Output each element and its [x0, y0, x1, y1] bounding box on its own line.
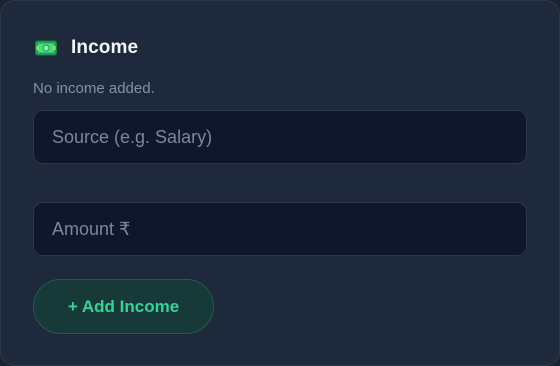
income-amount-input[interactable] — [33, 202, 527, 256]
income-card: Income No income added. + Add Income — [0, 0, 560, 366]
add-income-button[interactable]: + Add Income — [33, 279, 214, 334]
income-card-header: Income — [35, 35, 138, 61]
banknote-icon — [35, 40, 57, 56]
income-source-input[interactable] — [33, 110, 527, 164]
empty-income-message: No income added. — [33, 80, 155, 97]
income-title: Income — [71, 37, 139, 58]
